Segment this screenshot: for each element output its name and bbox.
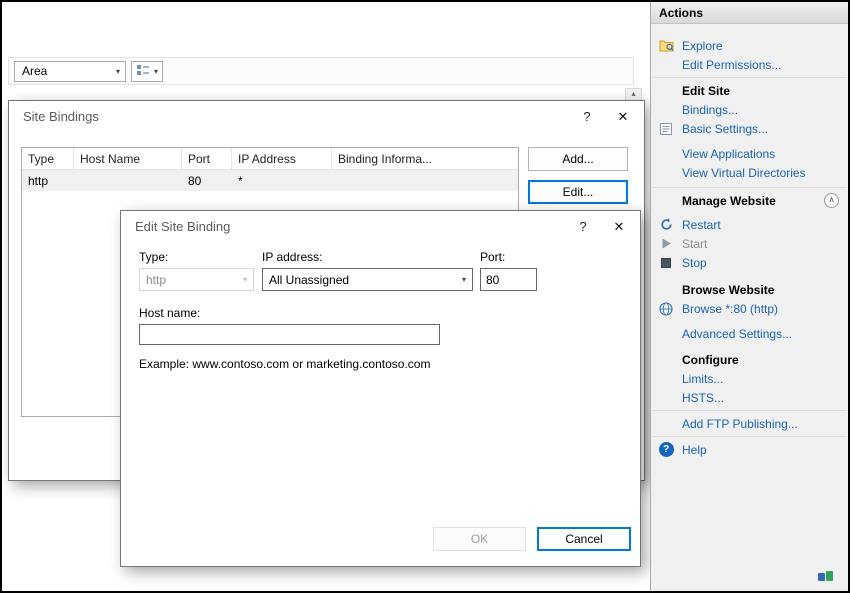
- actions-panel-title: Actions: [651, 2, 848, 24]
- cell-host-name: [74, 170, 182, 191]
- explore-folder-icon: [657, 39, 675, 52]
- action-view-virtual-directories[interactable]: View Virtual Directories: [651, 163, 848, 182]
- cell-port: 80: [188, 174, 202, 188]
- action-browse-site-label: Browse *:80 (http): [682, 301, 779, 316]
- action-start-label: Start: [682, 236, 708, 251]
- action-limits[interactable]: Limits...: [651, 369, 848, 388]
- action-view-virtual-directories-label: View Virtual Directories: [682, 165, 806, 180]
- help-icon: ?: [657, 442, 675, 457]
- section-browse-website: Browse Website: [651, 280, 848, 299]
- type-label: Type:: [139, 250, 169, 264]
- features-view-toolbar: Area ▾ ▾: [8, 57, 634, 85]
- dialog-close-button[interactable]: ✕: [602, 101, 644, 132]
- ip-address-dropdown[interactable]: All Unassigned ▾: [262, 268, 473, 291]
- host-name-input[interactable]: [139, 324, 440, 345]
- action-stop-label: Stop: [682, 255, 707, 270]
- column-header-type[interactable]: Type: [22, 148, 74, 169]
- host-name-label: Host name:: [139, 306, 201, 320]
- actions-separator: [652, 436, 847, 437]
- dialog-titlebar[interactable]: Edit Site Binding ? ✕: [121, 211, 640, 242]
- cancel-button[interactable]: Cancel: [537, 527, 631, 551]
- action-limits-label: Limits...: [682, 371, 724, 386]
- area-grouping-label: Area: [22, 64, 48, 78]
- host-name-example-text: Example: www.contoso.com or marketing.co…: [139, 357, 431, 371]
- cell-type: http: [28, 174, 49, 188]
- section-manage-website-label: Manage Website: [682, 193, 776, 208]
- grid-view-icon: [136, 64, 150, 79]
- action-add-ftp-publishing-label: Add FTP Publishing...: [682, 416, 798, 431]
- dialog-title: Site Bindings: [23, 109, 99, 124]
- actions-separator: [652, 77, 847, 78]
- section-configure-label: Configure: [682, 352, 739, 367]
- section-configure: Configure: [651, 350, 848, 369]
- tray-icon[interactable]: [818, 570, 834, 586]
- binding-row-http[interactable]: http 80 *: [22, 170, 518, 191]
- start-icon: [657, 238, 675, 249]
- add-button[interactable]: Add...: [528, 147, 628, 171]
- column-header-binding-info[interactable]: Binding Informa...: [332, 148, 518, 169]
- section-edit-site-label: Edit Site: [682, 83, 731, 98]
- section-manage-website: Manage Website ∧: [651, 191, 848, 210]
- dialog-title: Edit Site Binding: [135, 219, 231, 234]
- globe-icon: [657, 301, 675, 316]
- action-hsts[interactable]: HSTS...: [651, 388, 848, 407]
- dialog-help-button[interactable]: ?: [572, 101, 602, 132]
- action-help[interactable]: ? Help: [651, 440, 848, 459]
- bindings-table-header: Type Host Name Port IP Address Binding I…: [22, 148, 518, 170]
- action-basic-settings-label: Basic Settings...: [682, 121, 769, 136]
- action-basic-settings[interactable]: Basic Settings...: [651, 119, 848, 138]
- dialog-help-button[interactable]: ?: [568, 211, 598, 242]
- action-bindings-label: Bindings...: [682, 102, 739, 117]
- action-browse-site[interactable]: Browse *:80 (http): [651, 299, 848, 318]
- section-browse-website-label: Browse Website: [682, 282, 775, 297]
- action-hsts-label: HSTS...: [682, 390, 725, 405]
- area-grouping-dropdown[interactable]: Area ▾: [14, 60, 126, 82]
- chevron-down-icon: ▾: [115, 66, 120, 76]
- action-stop[interactable]: Stop: [651, 253, 848, 272]
- column-header-port[interactable]: Port: [182, 148, 232, 169]
- action-bindings[interactable]: Bindings...: [651, 100, 848, 119]
- type-dropdown-value: http: [146, 272, 167, 287]
- actions-separator: [652, 187, 847, 188]
- action-start[interactable]: Start: [651, 234, 848, 253]
- ip-dropdown-value: All Unassigned: [269, 272, 350, 287]
- action-explore[interactable]: Explore: [651, 36, 848, 55]
- edit-site-binding-dialog: Edit Site Binding ? ✕ Type: IP address: …: [120, 210, 641, 567]
- stop-icon: [657, 257, 675, 268]
- action-view-applications[interactable]: View Applications: [651, 144, 848, 163]
- dialog-close-button[interactable]: ✕: [598, 211, 640, 242]
- action-view-applications-label: View Applications: [682, 146, 776, 161]
- collapse-section-button[interactable]: ∧: [824, 193, 839, 208]
- cell-binding-info: [332, 170, 518, 191]
- chevron-down-icon: ▾: [154, 66, 159, 76]
- basic-settings-icon: [657, 122, 675, 135]
- actions-panel: Actions Explore Edit Permissions... Edit…: [650, 2, 848, 591]
- action-edit-permissions[interactable]: Edit Permissions...: [651, 55, 848, 74]
- action-restart-label: Restart: [682, 217, 721, 232]
- chevron-down-icon: ▾: [242, 275, 247, 284]
- column-header-host-name[interactable]: Host Name: [74, 148, 182, 169]
- action-restart[interactable]: Restart: [651, 215, 848, 234]
- view-mode-button[interactable]: ▾: [131, 60, 164, 82]
- action-advanced-settings-label: Advanced Settings...: [682, 326, 793, 341]
- actions-separator: [652, 410, 847, 411]
- column-header-ip-address[interactable]: IP Address: [232, 148, 332, 169]
- ok-button[interactable]: OK: [433, 527, 526, 551]
- restart-icon: [657, 218, 675, 231]
- action-help-label: Help: [682, 442, 707, 457]
- dialog-titlebar[interactable]: Site Bindings ? ✕: [9, 101, 644, 132]
- type-dropdown[interactable]: http ▾: [139, 268, 254, 291]
- action-add-ftp-publishing[interactable]: Add FTP Publishing...: [651, 414, 848, 433]
- action-explore-label: Explore: [682, 38, 723, 53]
- edit-button[interactable]: Edit...: [528, 180, 628, 204]
- ip-address-label: IP address:: [262, 250, 323, 264]
- chevron-down-icon: ▾: [461, 275, 466, 284]
- cell-ip-address: *: [238, 174, 243, 188]
- action-advanced-settings[interactable]: Advanced Settings...: [651, 324, 848, 343]
- section-edit-site: Edit Site: [651, 81, 848, 100]
- iis-manager-window: Area ▾ ▾ ▲ Site Bindings ? ✕ Type Host N…: [0, 0, 850, 593]
- port-label: Port:: [480, 250, 506, 264]
- port-input[interactable]: [480, 268, 537, 291]
- action-edit-permissions-label: Edit Permissions...: [682, 57, 782, 72]
